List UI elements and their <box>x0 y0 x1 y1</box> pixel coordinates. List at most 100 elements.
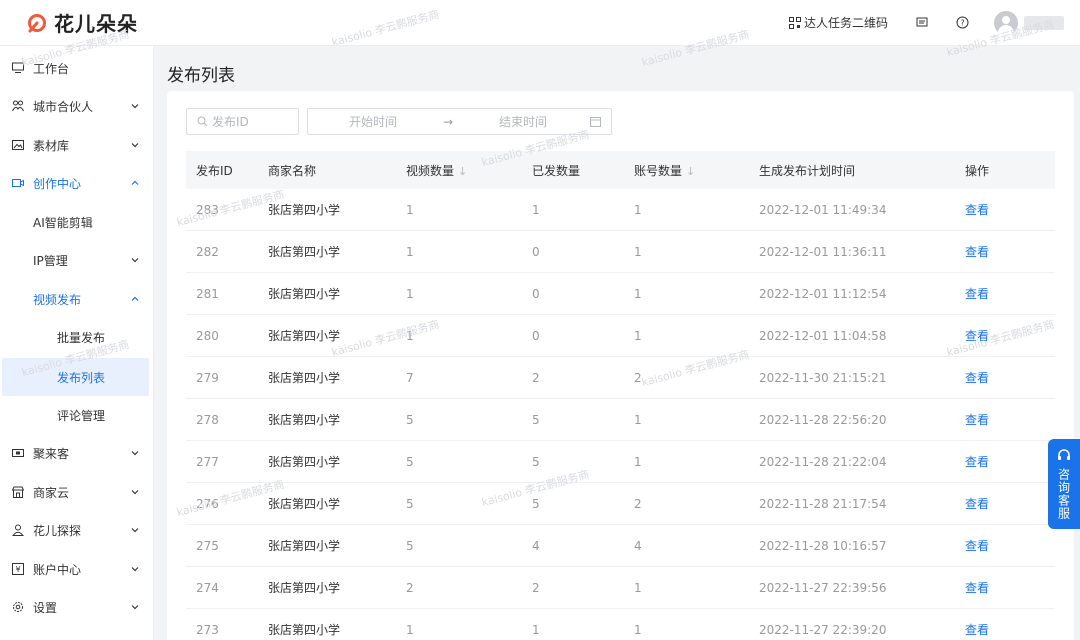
sidebar-item-material[interactable]: 素材库 <box>0 126 154 164</box>
sort-desc-icon[interactable]: ↓ <box>458 165 467 178</box>
user-name-redacted[interactable] <box>1024 15 1064 30</box>
sidebar-item-ip-manage[interactable]: IP管理 <box>0 241 154 279</box>
store-icon <box>12 486 24 498</box>
sidebar-item-comment-manage[interactable]: 评论管理 <box>0 396 154 434</box>
publish-id-search[interactable] <box>186 108 299 135</box>
table-cell: 张店第四小学 <box>268 201 406 218</box>
table-row: 275 张店第四小学 5 4 4 2022-11-28 10:16:57 查看 <box>186 525 1055 567</box>
view-link[interactable]: 查看 <box>965 245 989 259</box>
date-end-input[interactable]: 结束时间 <box>458 113 588 130</box>
sent-count-cell: 0 <box>532 328 540 343</box>
merchant-cell: 张店第四小学 <box>268 203 341 217</box>
sent-count-cell: 1 <box>532 622 540 637</box>
table-cell: 张店第四小学 <box>268 369 406 386</box>
publish-id-cell: 277 <box>196 454 219 469</box>
brand-logo[interactable]: 花儿朵朵 <box>26 8 138 37</box>
view-link[interactable]: 查看 <box>965 329 989 343</box>
qr-icon <box>788 16 801 29</box>
sidebar-item-ai-edit[interactable]: AI智能剪辑 <box>0 203 154 241</box>
sidebar-item-city-partner[interactable]: 城市合伙人 <box>0 87 154 125</box>
table-cell: 1 <box>634 245 759 259</box>
sidebar-item-creation-center[interactable]: 创作中心 <box>0 164 154 202</box>
customer-service-label: 咨询客服 <box>1056 468 1071 520</box>
user-avatar[interactable] <box>994 10 1018 35</box>
view-link[interactable]: 查看 <box>965 371 989 385</box>
view-link[interactable]: 查看 <box>965 455 989 469</box>
view-link[interactable]: 查看 <box>965 539 989 553</box>
talent-qr-link[interactable]: 达人任务二维码 <box>788 14 888 31</box>
date-start-input[interactable]: 开始时间 <box>308 113 438 130</box>
sidebar-item-huaer-tantan[interactable]: 花儿探探 <box>0 511 154 549</box>
table-cell: 查看 <box>965 285 1055 302</box>
chevron-down-icon <box>131 567 139 572</box>
video-count-cell: 7 <box>406 370 414 385</box>
sidebar-item-julaike[interactable]: 聚来客 <box>0 434 154 472</box>
col-header-account-count[interactable]: 账号数量 ↓ <box>634 162 759 179</box>
table-cell: 查看 <box>965 621 1055 638</box>
table-row: 276 张店第四小学 5 5 2 2022-11-28 21:17:54 查看 <box>186 483 1055 525</box>
sidebar-item-label: 花儿探探 <box>33 523 82 538</box>
table-cell: 1 <box>406 203 532 217</box>
table-cell: 2 <box>406 581 532 595</box>
table-cell: 张店第四小学 <box>268 243 406 260</box>
table-cell: 280 <box>186 329 268 343</box>
customer-service-button[interactable]: 咨询客服 <box>1048 439 1080 529</box>
table-cell: 查看 <box>965 201 1055 218</box>
table-cell: 2022-11-28 10:16:57 <box>759 539 965 553</box>
plan-time-cell: 2022-11-28 21:17:54 <box>759 496 887 511</box>
table-cell: 2 <box>532 581 634 595</box>
table-cell: 张店第四小学 <box>268 453 406 470</box>
sidebar-item-batch-publish[interactable]: 批量发布 <box>0 318 154 356</box>
account-count-cell: 1 <box>634 286 642 301</box>
table-cell: 275 <box>186 539 268 553</box>
view-link[interactable]: 查看 <box>965 287 989 301</box>
message-icon[interactable] <box>914 15 930 31</box>
view-link[interactable]: 查看 <box>965 413 989 427</box>
table-cell: 1 <box>634 581 759 595</box>
account-count-cell: 1 <box>634 328 642 343</box>
video-count-cell: 1 <box>406 286 414 301</box>
table-row: 282 张店第四小学 1 0 1 2022-12-01 11:36:11 查看 <box>186 231 1055 273</box>
sent-count-cell: 5 <box>532 412 540 427</box>
ticket-icon <box>12 447 24 459</box>
sort-desc-icon[interactable]: ↓ <box>686 165 695 178</box>
publish-id-cell: 280 <box>196 328 219 343</box>
content-card: 开始时间 → 结束时间 发布ID 商家名称 视频数量↓ 已发数量 账号数量↓ 生… <box>167 91 1074 640</box>
sidebar-item-settings[interactable]: 设置 <box>0 588 154 626</box>
sidebar-item-publish-list[interactable]: 发布列表 <box>2 358 149 396</box>
plan-time-cell: 2022-12-01 11:04:58 <box>759 328 887 343</box>
table-cell: 1 <box>406 287 532 301</box>
account-count-cell: 2 <box>634 370 642 385</box>
sent-count-cell: 0 <box>532 286 540 301</box>
table-header: 发布ID 商家名称 视频数量 ↓ 已发数量 账号数量 ↓ 生成发布计划时间 操作 <box>186 151 1055 189</box>
view-link[interactable]: 查看 <box>965 581 989 595</box>
sidebar-item-label: 工作台 <box>33 61 70 76</box>
account-count-cell: 2 <box>634 496 642 511</box>
table-cell: 1 <box>406 329 532 343</box>
view-link[interactable]: 查看 <box>965 623 989 637</box>
account-count-cell: 1 <box>634 412 642 427</box>
table-cell: 2 <box>634 371 759 385</box>
publish-table: 发布ID 商家名称 视频数量 ↓ 已发数量 账号数量 ↓ 生成发布计划时间 操作 2… <box>186 151 1055 640</box>
table-cell: 282 <box>186 245 268 259</box>
search-input[interactable] <box>212 114 292 129</box>
sidebar-item-account-center[interactable]: ¥ 账户中心 <box>0 550 154 588</box>
table-cell: 2 <box>532 371 634 385</box>
sidebar-item-workbench[interactable]: 工作台 <box>0 49 154 87</box>
video-count-cell: 1 <box>406 622 414 637</box>
merchant-cell: 张店第四小学 <box>268 623 341 637</box>
table-cell: 张店第四小学 <box>268 579 406 596</box>
help-icon[interactable]: ? <box>954 15 970 31</box>
chevron-down-icon <box>131 490 139 495</box>
table-row: 277 张店第四小学 5 5 1 2022-11-28 21:22:04 查看 <box>186 441 1055 483</box>
date-range-picker[interactable]: 开始时间 → 结束时间 <box>307 108 612 135</box>
sidebar-item-merchant-cloud[interactable]: 商家云 <box>0 473 154 511</box>
sent-count-cell: 4 <box>532 538 540 553</box>
col-header-video-count[interactable]: 视频数量 ↓ <box>406 162 532 179</box>
col-header-sent-count: 已发数量 <box>532 163 581 178</box>
sidebar-item-video-publish[interactable]: 视频发布 <box>0 280 154 318</box>
table-cell: 1 <box>634 413 759 427</box>
flower-logo-icon <box>28 13 46 32</box>
view-link[interactable]: 查看 <box>965 497 989 511</box>
view-link[interactable]: 查看 <box>965 203 989 217</box>
